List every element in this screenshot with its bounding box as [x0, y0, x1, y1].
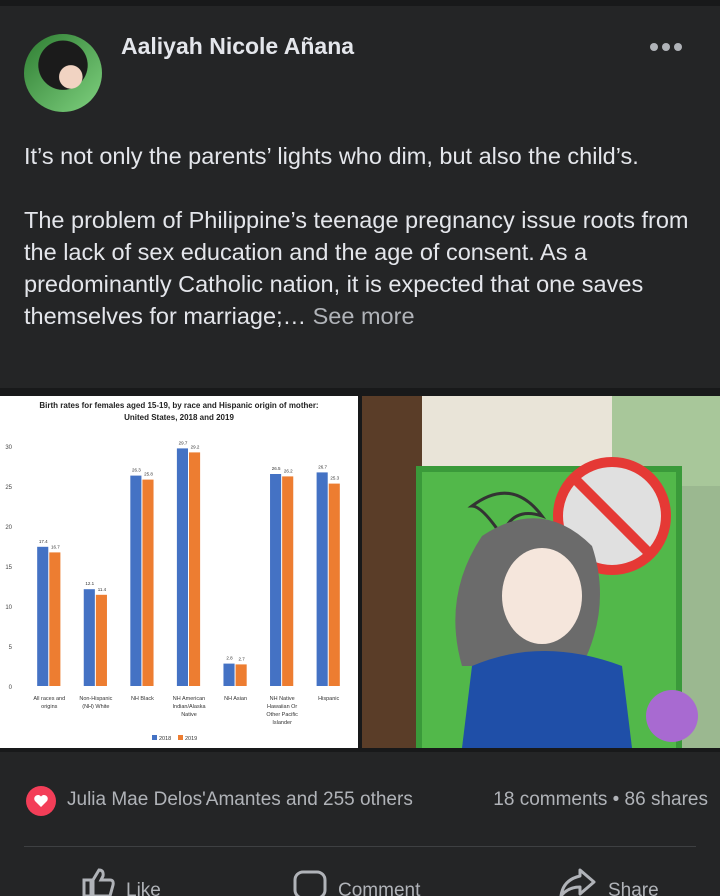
bar-2018 [37, 546, 49, 686]
shares-count[interactable]: 86 shares [625, 789, 708, 810]
y-tick-label: 0 [9, 685, 13, 691]
post-media: Birth rates for females aged 15-19, by r… [0, 388, 720, 752]
data-label: 26.3 [132, 468, 141, 473]
love-reaction-icon[interactable] [26, 786, 56, 816]
comment-label: Comment [338, 880, 421, 896]
bar-2018 [270, 474, 282, 686]
bar-2018 [83, 589, 95, 686]
divider [24, 846, 696, 847]
chart-svg: Birth rates for females aged 15-19, by r… [5, 401, 340, 742]
data-label: 12.1 [85, 581, 94, 586]
legend-swatch-2019 [178, 735, 183, 740]
y-tick-label: 30 [5, 445, 12, 451]
chart-title: Birth rates for females aged 15-19, by r… [39, 401, 318, 410]
data-label: 25.3 [330, 476, 339, 481]
comment-button[interactable]: Comment [292, 866, 420, 896]
x-tick-label: NH American [173, 696, 205, 702]
reactions-bar: Julia Mae Delos'Amantes and 255 others 1… [0, 784, 720, 818]
post-stats: 18 comments • 86 shares [493, 789, 708, 811]
y-tick-label: 15 [5, 565, 12, 571]
data-label: 2.8 [226, 656, 233, 661]
bar-2019 [189, 452, 201, 686]
data-label: 25.8 [144, 472, 153, 477]
legend-swatch-2018 [152, 735, 157, 740]
like-button[interactable]: Like [80, 866, 161, 896]
share-button[interactable]: Share [558, 866, 659, 896]
x-tick-label: All races and [33, 696, 65, 702]
data-label: 26.2 [284, 468, 293, 473]
bar-2018 [130, 475, 142, 686]
bar-2019 [235, 664, 247, 686]
data-label: 11.4 [98, 587, 107, 592]
x-tick-label: Indian/Alaska [172, 704, 206, 710]
chart-image[interactable]: Birth rates for females aged 15-19, by r… [0, 396, 358, 748]
bar-2019 [328, 483, 340, 686]
reactions-count[interactable]: Julia Mae Delos'Amantes and 255 others [67, 789, 413, 811]
legend-label: 2019 [185, 736, 197, 742]
author-name[interactable]: Aaliyah Nicole Añana [121, 33, 354, 60]
data-label: 17.4 [39, 539, 48, 544]
x-tick-label: NH Asian [224, 696, 247, 702]
bar-2018 [176, 448, 188, 686]
bar-2018 [316, 472, 328, 686]
share-label: Share [608, 880, 659, 896]
chart-subtitle: United States, 2018 and 2019 [124, 413, 234, 422]
x-tick-label: Native [181, 712, 197, 718]
data-label: 16.7 [51, 544, 60, 549]
y-tick-label: 5 [9, 645, 13, 651]
post-actions: Like Comment Share [0, 866, 720, 896]
data-label: 2.7 [238, 656, 245, 661]
x-tick-label: Other Pacific [266, 712, 298, 718]
x-tick-label: Hispanic [318, 696, 339, 702]
post-paragraph-1: It’s not only the parents’ lights who di… [24, 143, 639, 169]
more-options-icon[interactable] [646, 36, 686, 56]
y-tick-label: 10 [5, 605, 12, 611]
x-tick-label: NH Black [131, 696, 154, 702]
bar-2019 [142, 479, 154, 686]
post-paragraph-2: The problem of Philippine’s teenage preg… [24, 204, 704, 332]
legend-label: 2018 [159, 736, 171, 742]
comment-icon [293, 870, 327, 896]
see-more-link[interactable]: See more [313, 303, 415, 329]
x-tick-label: NH Native [270, 696, 295, 702]
drawing-illustration [362, 396, 720, 748]
thumbs-up-icon [82, 868, 115, 896]
data-label: 26.5 [272, 466, 281, 471]
share-icon [559, 868, 596, 896]
bar-2018 [223, 663, 235, 686]
data-label: 29.2 [191, 444, 200, 449]
comments-count[interactable]: 18 comments [493, 789, 607, 810]
x-tick-label: Islander [272, 720, 292, 726]
x-tick-label: Hawaiian Or [267, 704, 297, 710]
post-text: It’s not only the parents’ lights who di… [24, 140, 704, 364]
avatar[interactable] [24, 34, 102, 112]
like-label: Like [126, 880, 161, 896]
bar-2019 [282, 476, 294, 686]
data-label: 29.7 [179, 440, 188, 445]
drawing-photo[interactable] [362, 396, 720, 748]
bar-2019 [95, 594, 107, 686]
stats-separator: • [612, 789, 620, 810]
bar-2019 [49, 552, 61, 686]
x-tick-label: (NH) White [82, 704, 109, 710]
x-tick-label: Non-Hispanic [79, 696, 112, 702]
y-tick-label: 20 [5, 525, 12, 531]
x-tick-label: origins [41, 704, 57, 710]
data-label: 26.7 [318, 464, 327, 469]
y-tick-label: 25 [5, 485, 12, 491]
